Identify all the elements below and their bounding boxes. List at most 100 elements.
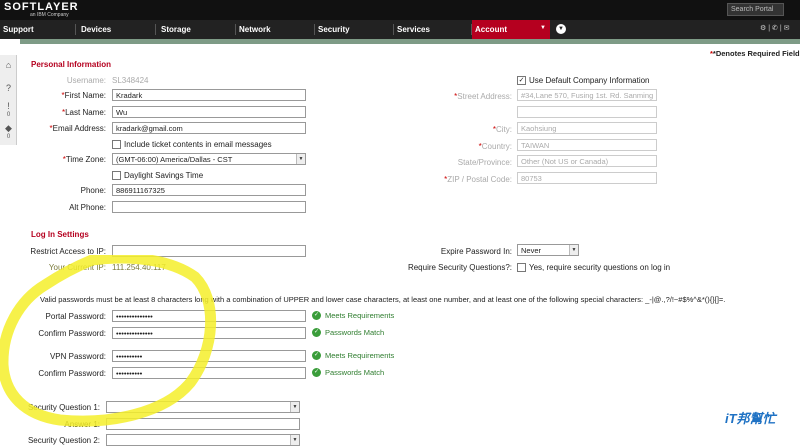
chevron-down-icon: ▼ (290, 402, 299, 412)
logo-subtitle: an IBM Company (30, 12, 69, 18)
security-question-2-select[interactable]: ▼ (106, 434, 300, 446)
left-sidebar: ⌂ ? ! 0 ◆ 0 (0, 55, 17, 145)
country-field[interactable]: TAIWAN (517, 139, 657, 151)
security-question-2-label: Security Question 2: (27, 436, 100, 445)
email-label: *Email Address: (49, 124, 106, 133)
alt-phone-label: Alt Phone: (69, 203, 106, 212)
timezone-label: *Time Zone: (62, 155, 106, 164)
label-text: Last Name: (65, 108, 106, 117)
help-icon[interactable]: ? (3, 83, 14, 93)
nav-services[interactable]: Services (394, 20, 472, 39)
password-hint: Valid passwords must be at least 8 chara… (40, 295, 726, 304)
confirm-password-status: Passwords Match (325, 328, 385, 337)
security-q-label: Require Security Questions?: (407, 263, 512, 272)
vpn-password-status: Meets Requirements (325, 351, 395, 360)
required-note: **Denotes Required Fields (710, 49, 800, 58)
security-question-1-label: Security Question 1: (27, 403, 100, 412)
nav-label: Storage (161, 25, 191, 34)
phone-label: Phone: (80, 186, 106, 195)
use-default-label: Use Default Company Information (529, 76, 650, 85)
first-name-field[interactable]: Kradark (112, 89, 306, 101)
nav-label: Devices (81, 25, 112, 34)
watermark-logo: iT邦幫忙 (725, 411, 776, 426)
section-personal-title: Personal Information (31, 60, 112, 69)
dst-label: Daylight Savings Time (124, 171, 204, 180)
alt-phone-field[interactable] (112, 201, 306, 213)
restrict-ip-field[interactable] (112, 245, 306, 257)
select-value: Never (521, 246, 542, 255)
email-field[interactable]: kradark@gmail.com (112, 122, 306, 134)
check-icon: ✓ (312, 311, 321, 320)
vpn-confirm-label: Confirm Password: (38, 369, 106, 378)
street-field[interactable]: #34,Lane 570, Fusing 1st. Rd. Sanming (517, 89, 657, 101)
portal-password-field[interactable]: •••••••••••••• (112, 310, 306, 322)
country-label: *Country: (478, 142, 512, 151)
chevron-down-icon: ▼ (540, 25, 546, 31)
portal-password-status: Meets Requirements (325, 311, 395, 320)
nav-label: Services (397, 25, 430, 34)
nav-label: Support (3, 25, 34, 34)
search-input[interactable]: Search Portal (727, 3, 784, 16)
current-ip-value: 111.254.40.117 (112, 263, 166, 272)
nav-account[interactable]: Account ▼ (472, 20, 550, 39)
phone-icon[interactable]: ✆ (772, 25, 778, 32)
label-text: Email Address: (52, 124, 106, 133)
expire-select[interactable]: Never ▼ (517, 244, 579, 256)
check-icon: ✓ (312, 328, 321, 337)
main-nav: Support Devices Storage Network Security… (0, 20, 800, 39)
dst-checkbox[interactable] (112, 171, 121, 180)
first-name-label: *First Name: (61, 91, 106, 100)
nav-support[interactable]: Support (0, 20, 76, 39)
answer-1-field[interactable] (106, 418, 300, 430)
section-login-title: Log In Settings (31, 230, 89, 239)
check-icon: ✓ (312, 351, 321, 360)
alert-count: 0 (6, 112, 11, 118)
username-label: Username: (66, 76, 106, 85)
username-value: SL348424 (112, 76, 149, 85)
tag-icon[interactable]: ◆ (3, 123, 14, 134)
street-field-2[interactable] (517, 106, 657, 118)
zip-field[interactable]: 80753 (517, 172, 657, 184)
gear-icon[interactable]: ⚙ (760, 25, 766, 32)
vpn-confirm-field[interactable]: •••••••••• (112, 367, 306, 379)
nav-label: Security (318, 25, 350, 34)
security-question-1-select[interactable]: ▼ (106, 401, 300, 413)
timezone-select[interactable]: (GMT-06:00) America/Dallas - CST ▼ (112, 153, 306, 165)
required-note-text: *Denotes Required Fields (712, 49, 800, 58)
city-field[interactable]: Kaohsiung (517, 122, 657, 134)
select-value: (GMT-06:00) America/Dallas - CST (116, 155, 233, 164)
chevron-down-icon: ▼ (569, 245, 578, 255)
state-field[interactable]: Other (Not US or Canada) (517, 155, 657, 167)
nav-label: Account (475, 25, 507, 34)
last-name-field[interactable]: Wu (112, 106, 306, 118)
use-default-checkbox[interactable]: ✓ (517, 76, 526, 85)
vpn-password-field[interactable]: •••••••••• (112, 350, 306, 362)
city-label: *City: (492, 125, 512, 134)
chevron-down-icon: ▼ (290, 435, 299, 445)
security-q-checkbox[interactable] (517, 263, 526, 272)
expire-label: Expire Password In: (440, 247, 512, 256)
phone-field[interactable]: 886911167325 (112, 184, 306, 196)
progress-divider (20, 39, 800, 44)
nav-network[interactable]: Network (236, 20, 315, 39)
include-ticket-checkbox[interactable] (112, 140, 121, 149)
answer-1-label: Answer 1: (64, 420, 100, 429)
nav-security[interactable]: Security (315, 20, 394, 39)
confirm-password-field[interactable]: •••••••••••••• (112, 327, 306, 339)
alert-icon[interactable]: ! (3, 101, 14, 111)
toolbar-icons: ⚙ | ✆ | ✉ (760, 25, 790, 32)
label-text: Street Address: (457, 92, 512, 101)
label-text: First Name: (64, 91, 106, 100)
check-icon: ✓ (312, 368, 321, 377)
tag-count: 0 (6, 134, 11, 140)
nav-storage[interactable]: Storage (158, 20, 236, 39)
nav-label: Network (239, 25, 271, 34)
label-text: Time Zone: (65, 155, 106, 164)
chat-icon[interactable]: ✉ (784, 25, 790, 32)
label-text: Country: (481, 142, 512, 151)
street-label: *Street Address: (454, 92, 512, 101)
chevron-down-circle-icon[interactable]: ▼ (556, 24, 566, 34)
label-text: City: (496, 125, 512, 134)
nav-devices[interactable]: Devices (78, 20, 156, 39)
home-icon[interactable]: ⌂ (3, 60, 14, 70)
